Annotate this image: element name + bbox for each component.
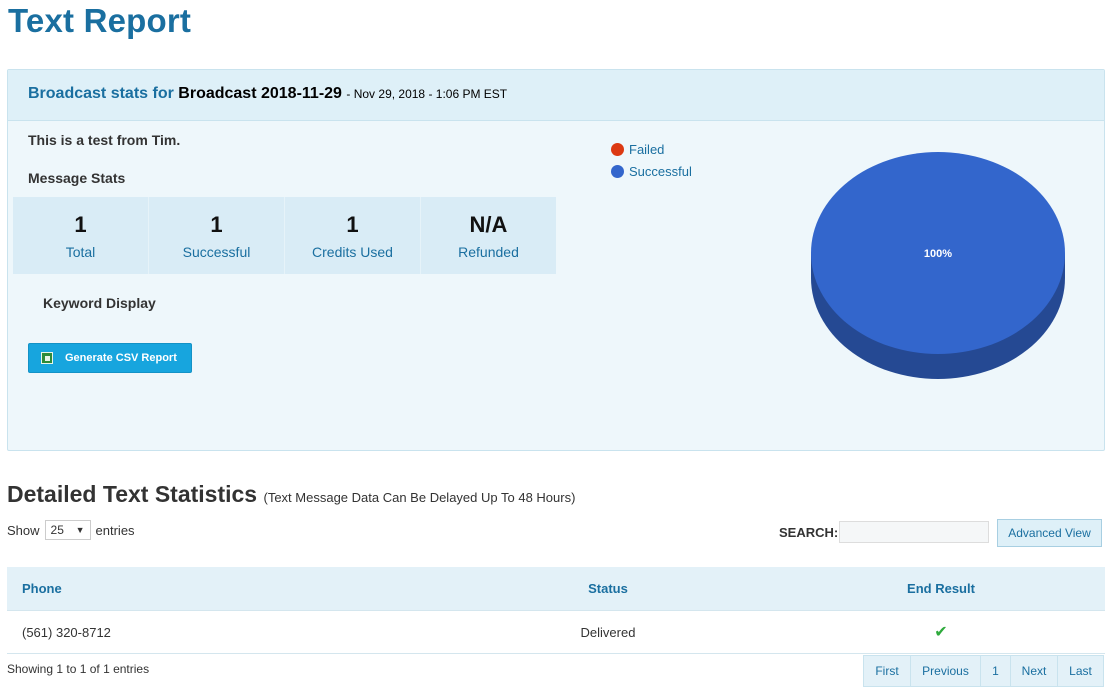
panel-header: Broadcast stats for Broadcast 2018-11-29… <box>8 70 1104 121</box>
cell-phone: (561) 320-8712 <box>22 624 111 640</box>
pager-previous-button[interactable]: Previous <box>911 656 981 686</box>
detailed-stats-heading: Detailed Text Statistics <box>7 481 258 507</box>
legend-item-successful: Successful <box>611 160 692 182</box>
cell-end-result: ✔ <box>777 622 1105 642</box>
search-label: SEARCH: <box>779 524 839 540</box>
chart-legend: Failed Successful <box>611 138 692 182</box>
page-size-value: 25 <box>50 523 64 537</box>
broadcast-date: - Nov 29, 2018 - 1:06 PM EST <box>346 87 508 101</box>
table-header: Phone Status End Result <box>7 567 1105 611</box>
pager-first-button[interactable]: First <box>864 656 911 686</box>
stat-value: 1 <box>210 212 223 237</box>
broadcast-name: Broadcast 2018-11-29 <box>178 85 342 102</box>
broadcast-message: This is a test from Tim. <box>28 132 181 148</box>
stat-label: Total <box>65 244 96 260</box>
showing-entries-info: Showing 1 to 1 of 1 entries <box>7 662 150 676</box>
search-input[interactable] <box>839 521 990 543</box>
legend-swatch-failed <box>611 142 624 156</box>
detailed-stats-title: Detailed Text Statistics (Text Message D… <box>7 481 575 508</box>
stat-value: 1 <box>346 212 359 237</box>
show-label: Show <box>7 522 40 538</box>
stat-label: Refunded <box>458 244 519 260</box>
message-status-pie-chart: 100% <box>811 152 1065 379</box>
stat-credits-used: 1 Credits Used <box>285 197 421 274</box>
chevron-down-icon: ▼ <box>75 525 85 535</box>
message-stats-box: 1 Total 1 Successful 1 Credits Used N/A … <box>13 197 556 274</box>
entries-label: entries <box>95 522 135 538</box>
spreadsheet-icon <box>41 352 53 364</box>
column-header-status[interactable]: Status <box>439 581 777 596</box>
stat-label: Successful <box>182 244 251 260</box>
message-stats-title: Message Stats <box>28 170 126 186</box>
search-control: SEARCH: <box>779 521 990 543</box>
checkmark-icon: ✔ <box>934 624 948 641</box>
advanced-view-button[interactable]: Advanced View <box>997 519 1102 547</box>
text-statistics-table: Phone Status End Result (561) 320-8712 D… <box>7 567 1105 654</box>
pager-next-button[interactable]: Next <box>1011 656 1058 686</box>
pagination: First Previous 1 Next Last <box>863 655 1104 687</box>
generate-csv-report-button[interactable]: Generate CSV Report <box>28 343 192 373</box>
csv-button-label: Generate CSV Report <box>65 352 177 364</box>
broadcast-stats-panel: Broadcast stats for Broadcast 2018-11-29… <box>7 69 1105 451</box>
page-title: Text Report <box>8 2 192 39</box>
detailed-stats-subtitle: (Text Message Data Can Be Delayed Up To … <box>263 490 576 505</box>
pager-page-1-button[interactable]: 1 <box>981 656 1011 686</box>
stat-total: 1 Total <box>13 197 149 274</box>
stat-label: Credits Used <box>312 244 393 260</box>
legend-label: Successful <box>629 163 692 179</box>
stat-value: N/A <box>469 212 508 237</box>
stat-value: 1 <box>74 212 87 237</box>
legend-label: Failed <box>629 141 665 157</box>
broadcast-stats-label: Broadcast stats for <box>28 85 174 102</box>
cell-status: Delivered <box>580 624 636 640</box>
show-entries-control: Show 25 ▼ entries <box>7 520 135 540</box>
keyword-display-title: Keyword Display <box>43 295 156 311</box>
column-header-end-result[interactable]: End Result <box>777 581 1105 596</box>
legend-item-failed: Failed <box>611 138 692 160</box>
column-header-phone[interactable]: Phone <box>7 581 439 596</box>
legend-swatch-successful <box>611 164 624 178</box>
table-row: (561) 320-8712 Delivered ✔ <box>7 611 1105 654</box>
pager-last-button[interactable]: Last <box>1058 656 1103 686</box>
pie-slice-label: 100% <box>924 248 952 260</box>
page-size-select[interactable]: 25 ▼ <box>44 520 91 540</box>
stat-refunded: N/A Refunded <box>421 197 556 274</box>
stat-successful: 1 Successful <box>149 197 285 274</box>
